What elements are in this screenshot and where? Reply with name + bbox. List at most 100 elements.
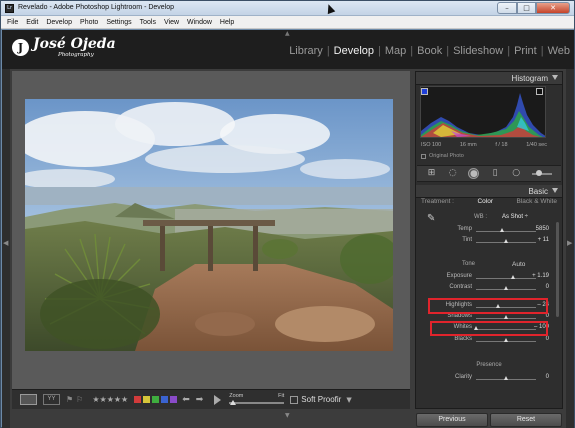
histogram-graph[interactable] (420, 86, 546, 138)
menu-window[interactable]: Window (187, 19, 212, 26)
slider-value[interactable]: 5850 (536, 226, 549, 232)
title-bar[interactable]: Lr Revelado - Adobe Photoshop Lightroom … (1, 1, 574, 16)
minimize-button[interactable]: – (497, 2, 517, 14)
slider-value[interactable]: 0 (546, 336, 549, 342)
filmstrip-toggle-icon[interactable]: ▼ (285, 412, 290, 419)
color-label-red[interactable] (134, 396, 142, 403)
top-panel-toggle-icon[interactable]: ▲ (285, 30, 290, 37)
panel-scrollbar[interactable] (556, 222, 559, 317)
collapse-triangle-icon[interactable] (552, 75, 558, 80)
zoom-knob[interactable] (230, 399, 237, 405)
slider-exposure[interactable]: Exposure + 1.19 (416, 273, 562, 284)
histogram-title: Histogram (511, 74, 548, 83)
loupe-view-icon[interactable] (20, 394, 37, 405)
slider-knob[interactable] (504, 286, 508, 290)
slider-knob[interactable] (504, 315, 508, 319)
module-develop[interactable]: Develop (330, 45, 378, 57)
slider-knob[interactable] (504, 376, 508, 380)
menu-develop[interactable]: Develop (46, 19, 72, 26)
menu-bar: File Edit Develop Photo Settings Tools V… (1, 16, 574, 29)
color-label-green[interactable] (152, 396, 160, 403)
exif-shutter: 1/40 sec (526, 142, 547, 148)
shadow-clipping-icon[interactable] (421, 88, 428, 95)
tab-treatment: Treatment : (421, 198, 454, 205)
left-panel-edge[interactable]: ◀ (2, 69, 10, 428)
close-button[interactable]: ✕ (536, 2, 570, 14)
previous-button[interactable]: Previous (416, 413, 488, 427)
auto-tone-button[interactable]: Auto (512, 261, 525, 268)
menu-settings[interactable]: Settings (106, 19, 131, 26)
module-map[interactable]: Map (381, 45, 410, 57)
basic-header[interactable]: Basic (416, 185, 562, 198)
menu-edit[interactable]: Edit (26, 19, 38, 26)
image-view[interactable] (12, 71, 410, 389)
menu-file[interactable]: File (7, 19, 18, 26)
spot-removal-icon[interactable]: ◌ (447, 168, 458, 179)
slider-value[interactable]: + 1.19 (532, 273, 549, 279)
tab-color[interactable]: Color (477, 198, 493, 205)
slider-knob[interactable] (511, 275, 515, 279)
right-panel-toggle-icon[interactable]: ▶ (567, 239, 572, 247)
histogram-header[interactable]: Histogram (416, 72, 562, 85)
left-panel-toggle-icon[interactable]: ◀ (3, 239, 8, 247)
slider-knob[interactable] (504, 338, 508, 342)
star-rating[interactable]: ★★★★★ (92, 395, 128, 404)
previous-photo-icon[interactable]: ⬅ (182, 395, 190, 405)
wb-preset-select[interactable]: As Shot ÷ (502, 214, 528, 220)
slider-value[interactable]: + 11 (538, 237, 549, 243)
flag-pick-icon[interactable]: ⚑ (66, 395, 73, 404)
color-label-blue[interactable] (161, 396, 169, 403)
flag-reject-icon[interactable]: ⚐ (76, 395, 83, 404)
color-label-purple[interactable] (170, 396, 178, 403)
basic-title: Basic (528, 187, 548, 196)
right-panel-edge[interactable]: ▶ (566, 69, 574, 428)
zoom-track[interactable] (229, 401, 285, 404)
right-panel: Histogram ISO 100 16 mm f / 18 1/40 sec … (415, 71, 563, 409)
slider-blacks[interactable]: Blacks 0 (416, 336, 562, 347)
slider-knob[interactable] (504, 239, 508, 243)
graduated-filter-icon[interactable]: ▯ (490, 168, 501, 179)
eyedropper-icon[interactable]: ✎ (427, 213, 438, 226)
red-eye-icon[interactable]: ● (468, 168, 480, 179)
slider-track[interactable] (476, 278, 536, 279)
slider-knob[interactable] (500, 228, 504, 232)
original-photo-toggle[interactable]: Original Photo (421, 153, 464, 159)
soft-proofing-checkbox[interactable] (290, 395, 299, 404)
next-photo-icon[interactable]: ➡ (196, 395, 204, 405)
radial-filter-icon[interactable]: ○ (511, 168, 522, 179)
original-photo-label: Original Photo (429, 153, 464, 159)
soft-proofing-toggle[interactable]: Soft Proofir (290, 395, 341, 404)
module-web[interactable]: Web (544, 45, 574, 57)
slideshow-play-icon[interactable] (214, 394, 222, 405)
maximize-button[interactable]: □ (517, 2, 536, 14)
slider-tint[interactable]: Tint + 11 (416, 237, 562, 248)
tab-black-white[interactable]: Black & White (517, 198, 557, 205)
tone-header: Tone Auto (416, 261, 562, 271)
identity-subtitle: Photography (58, 52, 94, 58)
menu-tools[interactable]: Tools (140, 19, 156, 26)
develop-toolbar: YY ⚑ ⚐ ★★★★★ ⬅ ➡ Zoom Fit Soft Proofir ▼ (12, 389, 410, 409)
menu-view[interactable]: View (164, 19, 179, 26)
module-book[interactable]: Book (413, 45, 446, 57)
slider-clarity[interactable]: Clarity 0 (416, 374, 562, 385)
collapse-triangle-icon[interactable] (552, 188, 558, 193)
reset-button[interactable]: Reset (490, 413, 562, 427)
adjustment-brush-icon[interactable] (531, 169, 552, 176)
slider-value[interactable]: 0 (546, 374, 549, 380)
slider-temp[interactable]: Temp 5850 (416, 226, 562, 237)
zoom-slider[interactable]: Zoom Fit (229, 393, 285, 407)
crop-tool-icon[interactable]: ⊞ (426, 168, 437, 179)
color-label-yellow[interactable] (143, 396, 151, 403)
highlight-clipping-icon[interactable] (536, 88, 543, 95)
slider-track[interactable] (476, 231, 536, 232)
original-photo-checkbox[interactable] (421, 153, 426, 159)
module-library[interactable]: Library (285, 45, 327, 57)
module-print[interactable]: Print (510, 45, 541, 57)
menu-photo[interactable]: Photo (80, 19, 98, 26)
menu-help[interactable]: Help (220, 19, 234, 26)
compare-view-icon[interactable]: YY (43, 394, 60, 405)
module-slideshow[interactable]: Slideshow (449, 45, 507, 57)
slider-value[interactable]: 0 (546, 284, 549, 290)
toolbar-menu-chevron-icon[interactable]: ▼ (346, 396, 351, 404)
slider-contrast[interactable]: Contrast 0 (416, 284, 562, 295)
